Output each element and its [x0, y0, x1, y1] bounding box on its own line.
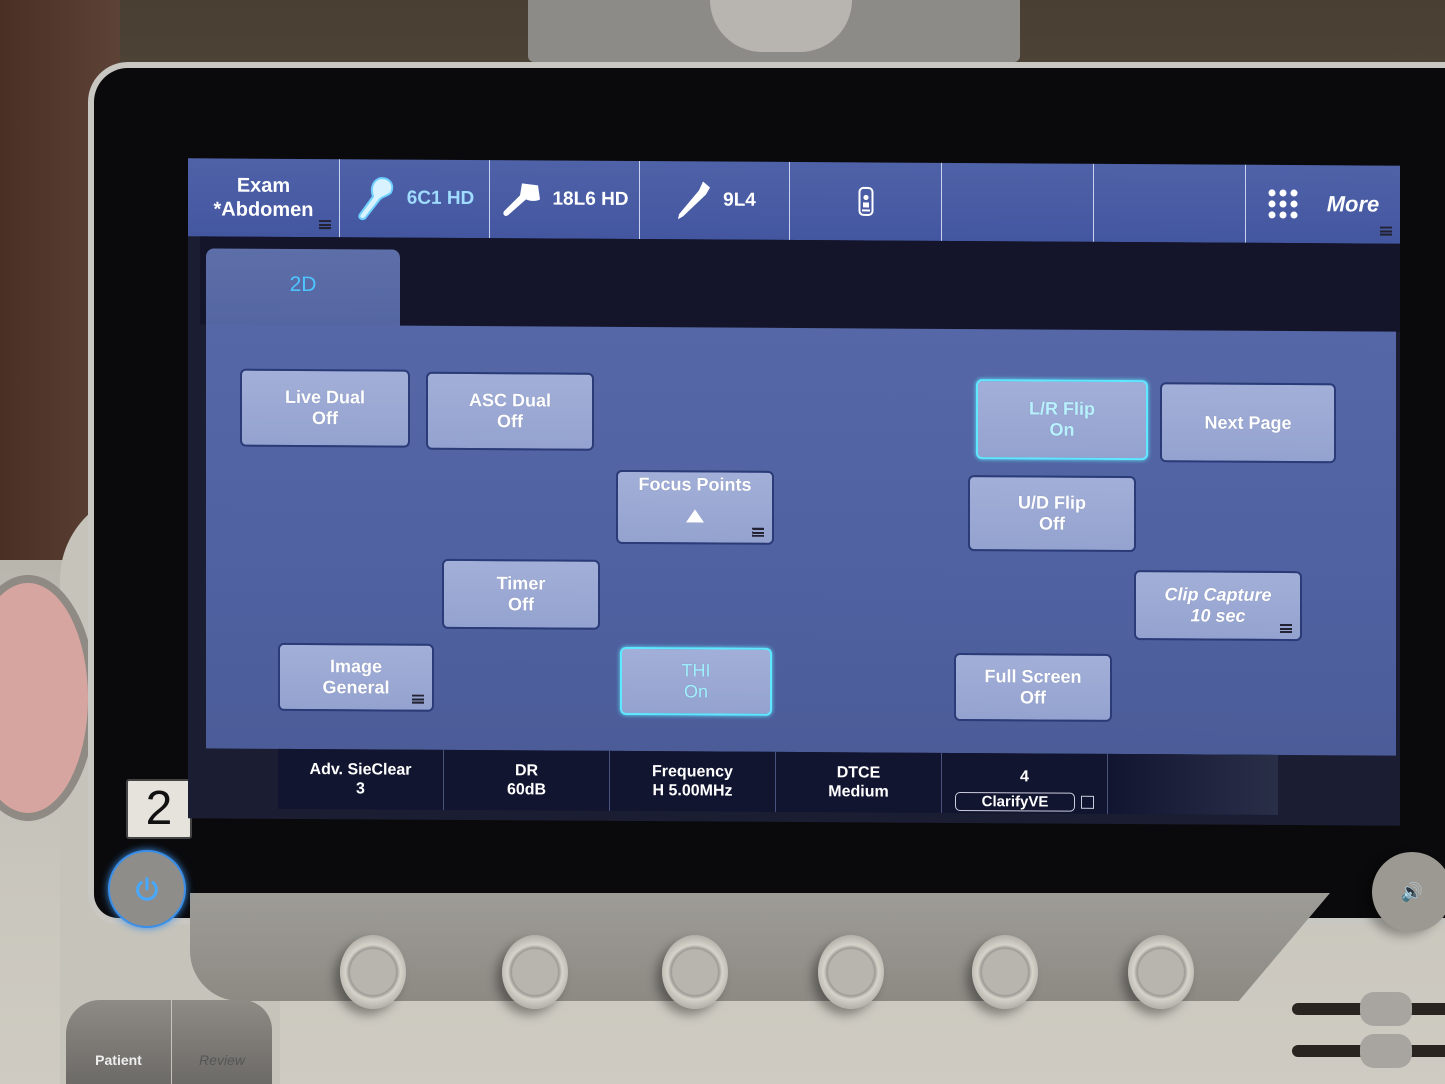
- button-title: U/D Flip: [1018, 492, 1086, 513]
- rotary-knob-4[interactable]: [818, 935, 884, 1009]
- button-value: On: [683, 681, 708, 702]
- power-icon: [136, 876, 158, 901]
- review-key[interactable]: Review: [172, 1000, 272, 1084]
- menu-lines-icon: [412, 694, 424, 704]
- tgc-slider-handle-1[interactable]: [1360, 992, 1412, 1026]
- softkey-value: H 5.00MHz: [652, 782, 733, 800]
- clip-capture-button[interactable]: Clip Capture 10 sec: [1134, 570, 1302, 642]
- focus-points-button[interactable]: Focus Points: [616, 469, 774, 545]
- timer-button[interactable]: Timer Off: [442, 558, 600, 630]
- softkey-empty: [1108, 753, 1278, 815]
- menu-lines-icon: [1280, 623, 1292, 634]
- exam-label: Exam: [236, 174, 291, 197]
- soft-key-bar: Adv. SieClear 3 DR 60dB Frequency H 5.00…: [278, 748, 1278, 815]
- triangle-up-icon: [686, 509, 704, 523]
- empty-slot-1: [942, 162, 1094, 242]
- exam-selector[interactable]: Exam *Abdomen: [188, 158, 340, 238]
- menu-lines-icon: [319, 220, 331, 230]
- button-value: Off: [1020, 687, 1046, 708]
- lr-flip-button[interactable]: L/R Flip On: [976, 379, 1148, 461]
- touchscreen: Exam *Abdomen 6C1 HD 18L6 HD 9L4 More 2D…: [188, 158, 1400, 826]
- rotary-knob-6[interactable]: [1128, 935, 1194, 1009]
- next-page-button[interactable]: Next Page: [1160, 382, 1336, 464]
- rotary-knob-1[interactable]: [340, 935, 406, 1009]
- softkey-clarifyve[interactable]: 4 ClarifyVE: [942, 752, 1108, 814]
- button-title: Clip Capture: [1164, 584, 1272, 605]
- softkey-adv-sieclear[interactable]: Adv. SieClear 3: [278, 748, 444, 810]
- image-button[interactable]: Image General: [278, 642, 434, 712]
- tab-2d[interactable]: 2D: [206, 248, 400, 330]
- probe-label: 9L4: [723, 189, 756, 211]
- button-title: Next Page: [1204, 412, 1292, 433]
- more-button[interactable]: More: [1246, 165, 1400, 244]
- curved-probe-icon: [358, 177, 393, 220]
- tab-2d-label: 2D: [289, 272, 317, 297]
- probe-tab-18l6[interactable]: 18L6 HD: [490, 160, 640, 240]
- rotary-knob-5[interactable]: [972, 935, 1038, 1009]
- softkey-frequency[interactable]: Frequency H 5.00MHz: [610, 750, 776, 812]
- rotary-knob-3[interactable]: [662, 935, 728, 1009]
- button-title: Timer: [496, 573, 546, 594]
- clarifyve-checkbox[interactable]: [1081, 795, 1095, 809]
- asc-dual-button[interactable]: ASC Dual Off: [426, 371, 594, 451]
- button-value: Off: [497, 411, 523, 432]
- softkey-dtce[interactable]: DTCE Medium: [776, 751, 942, 813]
- clarifyve-row: ClarifyVE: [954, 791, 1095, 812]
- live-dual-button[interactable]: Live Dual Off: [240, 368, 410, 448]
- softkey-value: 60dB: [506, 781, 547, 799]
- probe-tab-6c1[interactable]: 6C1 HD: [340, 159, 490, 239]
- pencil-probe-icon: [678, 181, 711, 220]
- probe-tab-9l4[interactable]: 9L4: [640, 161, 790, 240]
- more-label: More: [1326, 191, 1380, 217]
- softkey-title: DTCE: [836, 764, 881, 782]
- control-panel: Live Dual Off ASC Dual Off Focus Points …: [206, 324, 1396, 756]
- patient-key[interactable]: Patient: [66, 1000, 171, 1084]
- softkey-title: Adv. SieClear: [309, 761, 412, 779]
- button-value: Off: [312, 408, 338, 429]
- button-value: On: [1049, 419, 1075, 440]
- remote-device-icon: [858, 186, 873, 216]
- menu-lines-icon: [1380, 226, 1392, 236]
- button-value: 10 sec: [1190, 605, 1246, 626]
- button-title: Image: [329, 656, 383, 677]
- empty-slot-2: [1094, 163, 1246, 243]
- button-title: Live Dual: [284, 386, 366, 408]
- tgc-slider-handle-2[interactable]: [1360, 1034, 1412, 1068]
- monitor-number-label: 2: [126, 779, 192, 839]
- probe-label: 6C1 HD: [406, 187, 475, 210]
- device-status-cell[interactable]: [790, 161, 942, 241]
- full-screen-button[interactable]: Full Screen Off: [954, 652, 1112, 722]
- softkey-dr[interactable]: DR 60dB: [444, 749, 610, 811]
- grid-dots-icon: [1268, 189, 1298, 219]
- clarifyve-button[interactable]: ClarifyVE: [954, 791, 1076, 812]
- ud-flip-button[interactable]: U/D Flip Off: [968, 475, 1136, 553]
- button-value: Off: [1039, 513, 1065, 534]
- softkey-title: 4: [1020, 768, 1029, 786]
- linear-probe-icon: [503, 183, 541, 216]
- button-title: Focus Points: [638, 474, 752, 495]
- button-title: THI: [681, 660, 711, 681]
- volume-knob[interactable]: 🔊: [1372, 852, 1445, 932]
- button-title: L/R Flip: [1029, 398, 1095, 419]
- probe-label: 18L6 HD: [552, 188, 629, 210]
- softkey-value: Medium: [828, 783, 889, 801]
- exam-name: *Abdomen: [213, 198, 314, 222]
- top-bar: Exam *Abdomen 6C1 HD 18L6 HD 9L4 More: [188, 158, 1400, 244]
- softkey-title: Frequency: [652, 763, 733, 781]
- speaker-icon: 🔊: [1400, 881, 1424, 902]
- rotary-knob-2[interactable]: [502, 935, 568, 1009]
- softkey-value: 3: [356, 780, 365, 798]
- button-value: General: [322, 677, 390, 698]
- softkey-title: DR: [514, 762, 539, 780]
- button-title: ASC Dual: [468, 390, 551, 411]
- button-title: Full Screen: [984, 666, 1082, 687]
- menu-lines-icon: [752, 527, 764, 537]
- button-value: Off: [508, 594, 534, 615]
- thi-button[interactable]: THI On: [620, 646, 772, 716]
- power-button[interactable]: [108, 850, 186, 928]
